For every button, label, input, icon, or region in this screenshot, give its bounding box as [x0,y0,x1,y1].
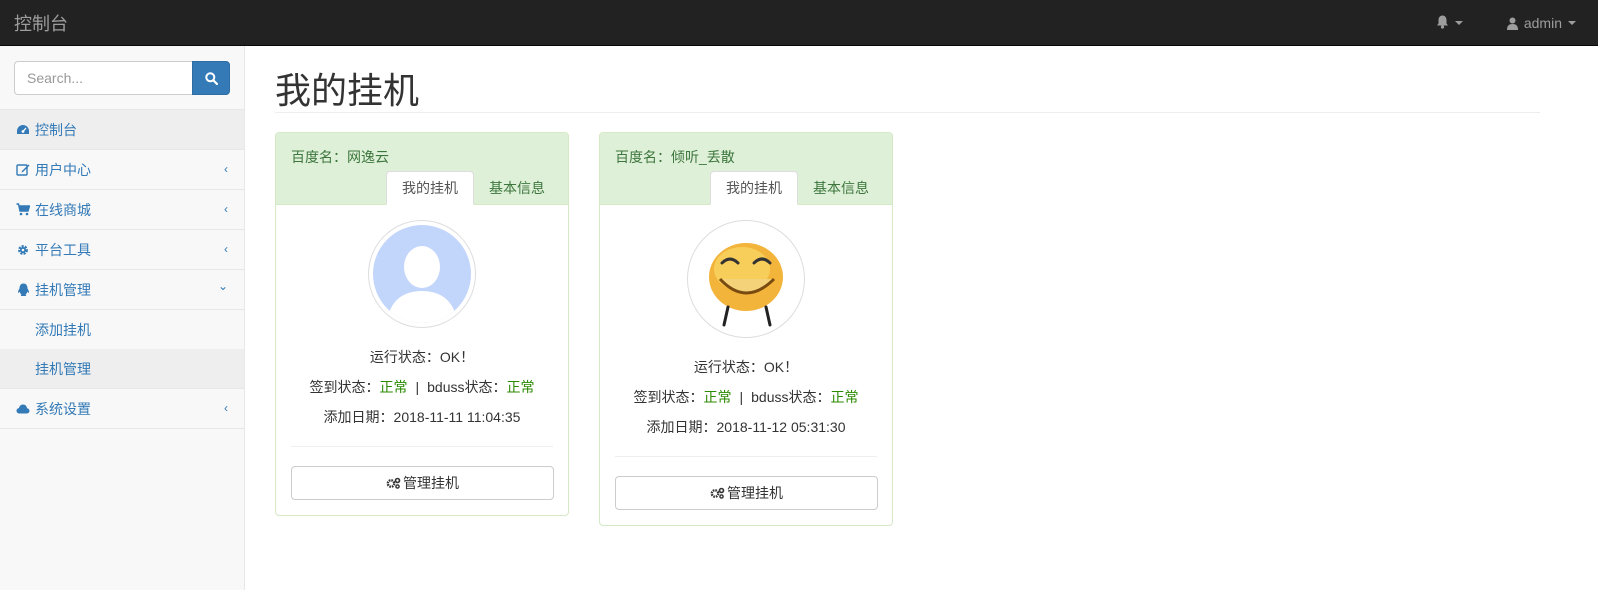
hosting-submenu: 添加挂机 挂机管理 [0,310,244,389]
manage-hosting-button[interactable]: 管理挂机 [615,476,878,510]
sidebar-item-tools[interactable]: 平台工具 ‹ [0,230,244,270]
run-status: 运行状态：OK！ [369,349,475,365]
tab-basic-info[interactable]: 基本信息 [798,171,884,205]
manage-hosting-button[interactable]: 管理挂机 [291,466,554,500]
gears-icon [386,477,401,489]
card-body: 运行状态：OK！ 签到状态：正常 | bduss状态：正常 添加日期：2018-11… [600,205,892,525]
hosting-card: 百度名：倾听_丢散 我的挂机 基本信息 运行状态：OK！ 签到状态：正常 | bdu… [599,132,893,526]
brand-title[interactable]: 控制台 [14,10,68,36]
notifications-dropdown[interactable] [1436,15,1463,32]
sidebar-item-label: 系统设置 [35,400,91,417]
submenu-item-add-hosting[interactable]: 添加挂机 [0,310,244,349]
edit-icon [16,163,30,177]
page-title: 我的挂机 [275,70,420,111]
sidebar-item-dashboard[interactable]: 控制台 [0,110,244,150]
cloud-icon [16,402,30,416]
sign-status: 签到状态：正常 | bduss状态：正常 [633,389,859,405]
chevron-left-icon: ‹ [224,202,228,216]
sidebar-item-hosting[interactable]: 挂机管理 ⌄ [0,270,244,310]
sidebar-item-label: 在线商城 [35,201,91,218]
search-button[interactable] [192,61,230,95]
baidu-name: 百度名：倾听_丢散 [615,149,735,165]
card-header: 百度名：网逸云 我的挂机 基本信息 [276,133,568,205]
search-icon [204,71,218,85]
chevron-left-icon: ‹ [224,401,228,415]
tab-my-hosting[interactable]: 我的挂机 [386,171,474,205]
sidebar-search [0,46,244,110]
user-icon [1506,17,1518,30]
caret-down-icon [1568,21,1576,25]
default-avatar-icon [373,225,471,323]
card-body: 运行状态：OK！ 签到状态：正常 | bduss状态：正常 添加日期：2018-11… [276,205,568,515]
navbar-right: admin [1436,0,1598,46]
sidebar-item-label: 平台工具 [35,241,91,258]
sidebar-item-label: 控制台 [35,121,77,138]
bell-icon [1436,15,1449,32]
sidebar: 控制台 用户中心 ‹ 在线商城 ‹ 平台工具 ‹ 挂机管理 ⌄ 添加挂机 挂 [0,46,245,590]
card-header: 百度名：倾听_丢散 我的挂机 基本信息 [600,133,892,205]
dashboard-icon [16,123,30,137]
card-tabs: 我的挂机 基本信息 [386,171,560,205]
submenu-item-label: 挂机管理 [35,360,91,377]
baidu-name: 百度名：网逸云 [291,149,389,165]
gear-icon [16,243,30,257]
sidebar-item-label: 挂机管理 [35,281,91,298]
qq-icon [16,283,30,297]
sign-status-value: 正常 [703,389,732,405]
sign-status: 签到状态：正常 | bduss状态：正常 [309,379,535,395]
avatar [687,220,805,338]
card-tabs: 我的挂机 基本信息 [710,171,884,205]
gears-icon [710,487,725,499]
add-date: 添加日期：2018-11-11 11:04:35 [323,409,521,425]
chevron-down-icon: ⌄ [217,279,228,293]
sidebar-item-label: 用户中心 [35,161,91,178]
sidebar-item-settings[interactable]: 系统设置 ‹ [0,389,244,429]
sign-status-value: 正常 [379,379,408,395]
sidebar-item-user-center[interactable]: 用户中心 ‹ [0,150,244,190]
add-date: 添加日期：2018-11-12 05:31:30 [646,419,846,435]
top-navbar: 控制台 admin [0,0,1598,46]
bduss-status-value: 正常 [506,379,535,395]
bduss-status-value: 正常 [830,389,859,405]
user-dropdown[interactable]: admin [1506,15,1576,31]
hosting-card: 百度名：网逸云 我的挂机 基本信息 运行状态：OK！ 签到状态：正常 | bduss… [275,132,569,516]
cart-icon [16,203,30,217]
tab-my-hosting[interactable]: 我的挂机 [710,171,798,205]
submenu-item-manage-hosting[interactable]: 挂机管理 [0,349,244,388]
chevron-left-icon: ‹ [224,242,228,256]
avatar [368,220,476,328]
user-name: admin [1523,15,1562,31]
card-divider [291,446,553,447]
chevron-left-icon: ‹ [224,162,228,176]
submenu-item-label: 添加挂机 [35,321,91,338]
search-input[interactable] [14,61,192,95]
run-status: 运行状态：OK！ [693,359,799,375]
title-divider [275,112,1540,113]
sidebar-item-shop[interactable]: 在线商城 ‹ [0,190,244,230]
caret-down-icon [1454,21,1463,25]
card-divider [615,456,877,457]
tab-basic-info[interactable]: 基本信息 [474,171,560,205]
smiley-avatar-icon [692,225,800,333]
